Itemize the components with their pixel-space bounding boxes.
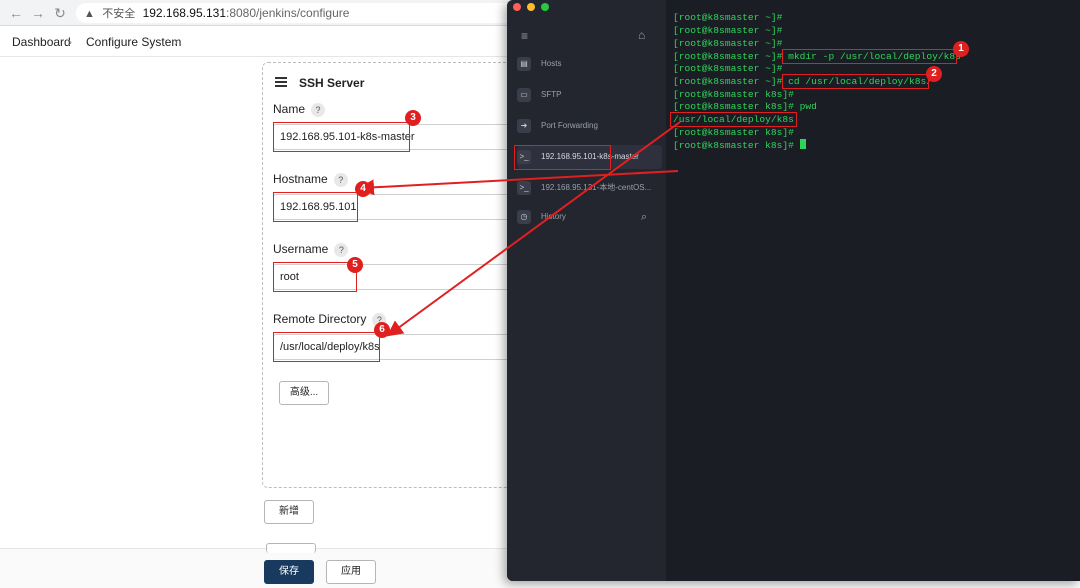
- terminal-window: ≡ ⌂ ▤ Hosts ▭ SFTP ➜ Port Forwarding >_ …: [507, 0, 1080, 581]
- sidebar-item-session-centos[interactable]: >_ 192.168.95.131-本地-centOS...: [517, 176, 662, 200]
- sidebar-toggle-icon[interactable]: ≡: [521, 30, 533, 42]
- forward-arrow-icon: ➜: [517, 119, 531, 133]
- step-badge-3: 3: [405, 110, 421, 126]
- step-badge-5: 5: [347, 257, 363, 273]
- chevron-right-icon: ›: [174, 35, 178, 49]
- step-badge-6: 6: [374, 322, 390, 338]
- remote-directory-field[interactable]: /usr/local/deploy/k8s: [273, 334, 509, 360]
- terminal-sidebar: ≡ ⌂ ▤ Hosts ▭ SFTP ➜ Port Forwarding >_ …: [507, 0, 666, 581]
- remote-directory-label: Remote Directory?: [273, 312, 387, 327]
- minimize-window-icon[interactable]: [527, 3, 535, 11]
- cursor: [799, 139, 806, 149]
- help-icon[interactable]: ?: [333, 172, 348, 187]
- server-icon: ▤: [517, 57, 531, 71]
- terminal-line: [root@k8smaster ~]# mkdir -p /usr/local/…: [673, 51, 961, 62]
- step-badge-2: 2: [926, 66, 942, 82]
- save-button[interactable]: 保存: [264, 560, 314, 584]
- name-field[interactable]: 192.168.95.101-k8s-master: [273, 124, 509, 150]
- hostname-field[interactable]: 192.168.95.101: [273, 194, 509, 220]
- terminal-line: /usr/local/deploy/k8s: [673, 114, 794, 125]
- step-badge-1: 1: [953, 41, 969, 57]
- breadcrumb-dashboard[interactable]: Dashboard: [12, 35, 71, 49]
- username-label: Username?: [273, 242, 349, 257]
- terminal-output[interactable]: [root@k8smaster ~]# [root@k8smaster ~]# …: [666, 0, 1080, 581]
- hostname-label: Hostname?: [273, 172, 348, 187]
- terminal-line: [root@k8smaster ~]#: [673, 38, 783, 49]
- add-button[interactable]: 新增: [264, 500, 314, 524]
- search-icon[interactable]: ⌕: [641, 211, 647, 224]
- advanced-button[interactable]: 高级...: [279, 381, 329, 405]
- sidebar-item-sftp[interactable]: ▭ SFTP: [517, 83, 662, 107]
- address-bar[interactable]: ▲ 不安全 192.168.95.131:8080/jenkins/config…: [76, 3, 516, 23]
- home-icon[interactable]: ⌂: [638, 28, 645, 42]
- terminal-line: [root@k8smaster ~]#: [673, 25, 783, 36]
- terminal-line: [root@k8smaster ~]# cd /usr/local/deploy…: [673, 76, 933, 87]
- forward-arrow-icon[interactable]: →: [30, 5, 46, 21]
- sidebar-item-port-forwarding[interactable]: ➜ Port Forwarding: [517, 114, 662, 138]
- terminal-line: [root@k8smaster ~]#: [673, 63, 783, 74]
- help-icon[interactable]: ?: [311, 102, 326, 117]
- step-badge-4: 4: [355, 181, 371, 197]
- reload-icon[interactable]: ↻: [52, 5, 68, 21]
- back-arrow-icon[interactable]: ←: [8, 5, 24, 21]
- warning-icon: ▲: [84, 8, 95, 20]
- folder-icon: ▭: [517, 88, 531, 102]
- drag-handle-icon[interactable]: [275, 77, 287, 87]
- terminal-line: [root@k8smaster k8s]#: [673, 139, 806, 151]
- terminal-line: [root@k8smaster ~]#: [673, 12, 783, 23]
- close-window-icon[interactable]: [513, 3, 521, 11]
- url-path: :8080/jenkins/configure: [226, 6, 350, 20]
- terminal-icon: >_: [517, 181, 531, 195]
- history-icon: ◷: [517, 210, 531, 224]
- panel-title: SSH Server: [299, 76, 365, 90]
- username-field[interactable]: root: [273, 264, 509, 290]
- sidebar-item-session-k8s-master[interactable]: >_ 192.168.95.101-k8s-master: [517, 145, 662, 169]
- breadcrumb-configure-system[interactable]: Configure System: [86, 35, 181, 49]
- terminal-line: [root@k8smaster k8s]# pwd: [673, 101, 817, 112]
- url-host: 192.168.95.131: [142, 6, 226, 20]
- sidebar-item-hosts[interactable]: ▤ Hosts: [517, 52, 662, 76]
- chevron-right-icon: ›: [68, 35, 72, 49]
- maximize-window-icon[interactable]: [541, 3, 549, 11]
- terminal-icon: >_: [517, 150, 531, 164]
- partial-button[interactable]: [266, 543, 316, 553]
- insecure-label: 不安全: [102, 8, 136, 20]
- apply-button[interactable]: 应用: [326, 560, 376, 584]
- help-icon[interactable]: ?: [334, 242, 349, 257]
- terminal-line: [root@k8smaster k8s]#: [673, 127, 794, 138]
- terminal-line: [root@k8smaster k8s]#: [673, 89, 794, 100]
- name-label: Name?: [273, 102, 326, 117]
